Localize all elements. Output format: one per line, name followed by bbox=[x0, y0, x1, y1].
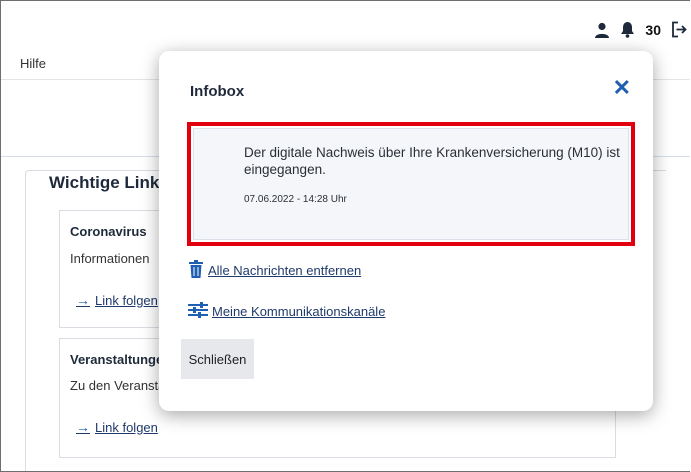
infobox-dialog: Infobox ✕ Der digitale Nachweis über Ihr… bbox=[159, 51, 653, 411]
card-link-label: Link folgen bbox=[95, 292, 158, 308]
section-title: Wichtige Links bbox=[49, 173, 169, 192]
top-icons: 30 bbox=[594, 21, 688, 38]
channels-label: Meine Kommunikationskanäle bbox=[212, 304, 386, 319]
message-item[interactable]: Der digitale Nachweis über Ihre Krankenv… bbox=[193, 128, 629, 240]
card-text: Informationen bbox=[70, 251, 150, 266]
bell-icon[interactable] bbox=[620, 21, 635, 38]
user-icon[interactable] bbox=[594, 22, 610, 38]
close-icon[interactable]: ✕ bbox=[613, 77, 631, 99]
arrow-right-icon: → bbox=[76, 292, 90, 308]
message-highlight: Der digitale Nachweis über Ihre Krankenv… bbox=[187, 122, 635, 246]
card-title: Veranstaltungen bbox=[70, 352, 172, 367]
close-button[interactable]: Schließen bbox=[181, 339, 254, 379]
message-date: 07.06.2022 - 14:28 Uhr bbox=[244, 194, 347, 205]
trash-icon bbox=[188, 259, 204, 282]
help-link[interactable]: Hilfe bbox=[20, 56, 46, 71]
message-text: Der digitale Nachweis über Ihre Krankenv… bbox=[244, 145, 620, 177]
card-title: Coronavirus bbox=[70, 224, 147, 239]
arrow-right-icon: → bbox=[76, 419, 90, 435]
card-link-label: Link folgen bbox=[95, 419, 158, 435]
remove-all-messages-button[interactable]: Alle Nachrichten entfernen bbox=[188, 259, 361, 282]
communication-channels-button[interactable]: Meine Kommunikationskanäle bbox=[188, 302, 385, 321]
sliders-icon bbox=[188, 302, 208, 321]
card-coronavirus: Coronavirus Informationen → Link folgen bbox=[59, 210, 171, 328]
card-link[interactable]: → Link folgen bbox=[76, 292, 158, 308]
logout-icon[interactable] bbox=[671, 21, 688, 38]
app-frame: 30 Hilfe Wichtige Links Coronavirus Info… bbox=[0, 0, 690, 472]
notification-count[interactable]: 30 bbox=[645, 22, 661, 38]
remove-all-label: Alle Nachrichten entfernen bbox=[208, 263, 362, 278]
card-link[interactable]: → Link folgen bbox=[76, 419, 158, 435]
dialog-title: Infobox bbox=[190, 83, 245, 100]
